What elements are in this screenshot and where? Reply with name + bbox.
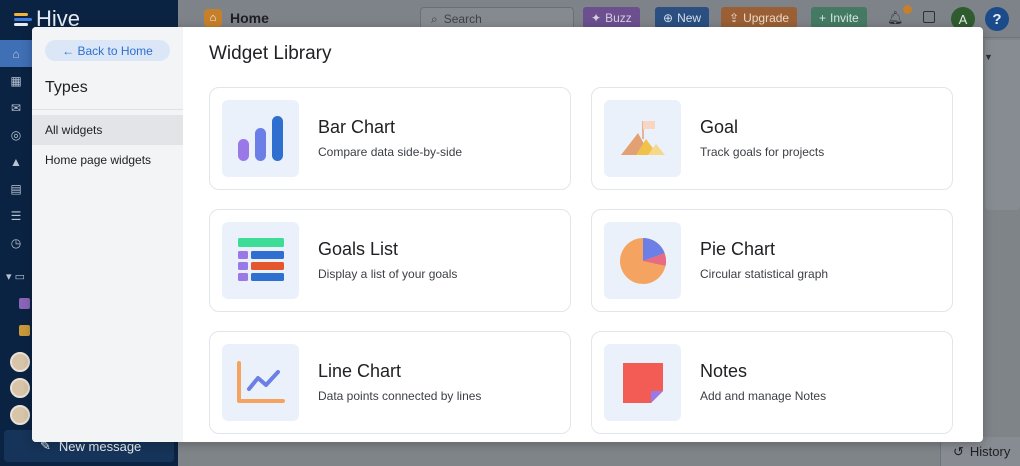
new-button[interactable]: ⊕ New bbox=[655, 7, 710, 29]
widget-description: Circular statistical graph bbox=[700, 267, 829, 281]
back-to-home-button[interactable]: ← Back to Home bbox=[45, 40, 170, 61]
type-item-home-page-widgets[interactable]: Home page widgets bbox=[32, 145, 183, 175]
widget-title: Goals List bbox=[318, 239, 399, 259]
bar-chart-icon bbox=[222, 100, 299, 177]
widget-title: Goal bbox=[700, 117, 739, 137]
goal-mountain-icon bbox=[604, 100, 681, 177]
home-icon: ⌂ bbox=[204, 9, 222, 27]
notification-badge bbox=[903, 5, 912, 14]
new-label: New bbox=[677, 11, 702, 25]
widget-description: Compare data side-by-side bbox=[318, 145, 463, 159]
widget-description: Data points connected by lines bbox=[318, 389, 482, 403]
widget-title: Bar Chart bbox=[318, 117, 396, 137]
breadcrumb[interactable]: ⌂ Home bbox=[204, 9, 269, 27]
bell-icon[interactable]: 🔔︎ bbox=[887, 10, 904, 26]
widget-card-goal[interactable]: Goal Track goals for projects bbox=[591, 87, 953, 190]
inbox-nav-icon[interactable]: ✉ bbox=[0, 94, 32, 121]
pie-chart-icon bbox=[604, 222, 681, 299]
upgrade-button[interactable]: ⇪ Upgrade bbox=[721, 7, 798, 29]
calendar-icon[interactable] bbox=[923, 11, 935, 23]
folder-toggle-icon[interactable]: ▾ ▭ bbox=[6, 270, 25, 283]
type-item-all-widgets[interactable]: All widgets bbox=[32, 115, 183, 145]
widget-card-line-chart[interactable]: Line Chart Data points connected by line… bbox=[209, 331, 571, 434]
project-color-icon[interactable] bbox=[19, 325, 30, 336]
invite-button[interactable]: + Invite bbox=[811, 7, 867, 29]
types-sidebar: ← Back to Home Types All widgets Home pa… bbox=[32, 27, 183, 442]
widget-card-notes[interactable]: Notes Add and manage Notes bbox=[591, 331, 953, 434]
buzz-label: Buzz bbox=[605, 11, 632, 25]
clock-nav-icon[interactable]: ◷ bbox=[0, 229, 32, 256]
compass-nav-icon[interactable]: ◎ bbox=[0, 121, 32, 148]
background-panel bbox=[985, 40, 1020, 210]
invite-label: Invite bbox=[830, 11, 859, 25]
notes-nav-icon[interactable]: ☰ bbox=[0, 202, 32, 229]
search-icon: ⌕ bbox=[431, 11, 438, 26]
widget-description: Add and manage Notes bbox=[700, 389, 827, 403]
buzz-button[interactable]: ✦ Buzz bbox=[583, 7, 640, 29]
avatar[interactable] bbox=[10, 405, 30, 425]
avatar[interactable] bbox=[10, 378, 30, 398]
search-placeholder: Search bbox=[443, 12, 482, 26]
buzz-icon: ✦ bbox=[591, 11, 602, 25]
widget-description: Display a list of your goals bbox=[318, 267, 458, 281]
widget-title: Line Chart bbox=[318, 361, 402, 381]
history-icon: ↺ bbox=[953, 443, 964, 459]
avatar[interactable] bbox=[10, 352, 30, 372]
help-button[interactable]: ? bbox=[985, 7, 1009, 31]
upgrade-label: Upgrade bbox=[743, 11, 790, 25]
notes-icon bbox=[604, 344, 681, 421]
line-chart-icon bbox=[222, 344, 299, 421]
project-color-icon[interactable] bbox=[19, 298, 30, 309]
dashboard-nav-icon[interactable]: ▦ bbox=[0, 67, 32, 94]
caret-down-icon[interactable]: ▼ bbox=[984, 52, 993, 62]
widget-title: Pie Chart bbox=[700, 239, 776, 259]
learning-nav-icon[interactable]: ▲ bbox=[0, 148, 32, 175]
widget-card-goals-list[interactable]: Goals List Display a list of your goals bbox=[209, 209, 571, 312]
history-label: History bbox=[969, 444, 1011, 459]
hive-logo-icon bbox=[14, 12, 32, 26]
widget-card-pie-chart[interactable]: Pie Chart Circular statistical graph bbox=[591, 209, 953, 312]
types-heading: Types bbox=[45, 79, 88, 96]
nav-rail: ⌂ ▦ ✉ ◎ ▲ ▤ ☰ ◷ bbox=[0, 40, 32, 256]
plus-circle-icon: ⊕ bbox=[663, 11, 674, 25]
upgrade-icon: ⇪ bbox=[729, 11, 740, 25]
widget-card-bar-chart[interactable]: Bar Chart Compare data side-by-side bbox=[209, 87, 571, 190]
divider bbox=[32, 109, 183, 110]
page-title: Widget Library bbox=[209, 43, 332, 64]
widget-description: Track goals for projects bbox=[700, 145, 825, 159]
breadcrumb-label: Home bbox=[230, 10, 269, 26]
calendar-nav-icon[interactable]: ▤ bbox=[0, 175, 32, 202]
home-nav-icon[interactable]: ⌂ bbox=[0, 40, 32, 67]
add-user-icon: + bbox=[819, 11, 827, 25]
widget-title: Notes bbox=[700, 361, 748, 381]
widget-library-modal: ← Back to Home Types All widgets Home pa… bbox=[32, 27, 983, 442]
goals-list-icon bbox=[222, 222, 299, 299]
